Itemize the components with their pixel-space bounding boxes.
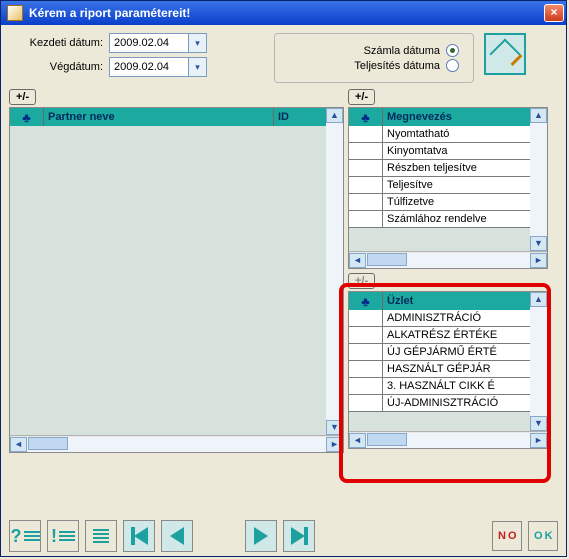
chevron-down-icon[interactable]: ▾ (189, 33, 207, 53)
plusminus-right1-button[interactable]: +/- (348, 89, 375, 105)
status-table-header: ♣ Megnevezés (349, 108, 547, 126)
list-button[interactable] (85, 520, 117, 552)
table-row[interactable]: ADMINISZTRÁCIÓ (349, 310, 547, 327)
radio-fulfillment-date[interactable] (446, 59, 459, 72)
club-icon: ♣ (361, 110, 370, 125)
partner-table-header: ♣ Partner neve ID (10, 108, 343, 126)
table-row[interactable]: Kinyomtatva (349, 143, 547, 160)
club-icon: ♣ (22, 110, 31, 125)
status-table-hscroll[interactable]: ◄► (349, 251, 547, 268)
help-button[interactable]: ? (9, 520, 41, 552)
window-icon (7, 5, 23, 21)
close-icon[interactable]: × (544, 4, 564, 22)
col-partner-name[interactable]: Partner neve (44, 108, 274, 126)
toolbar: ? ! N O O K (1, 516, 566, 556)
start-date-label: Kezdeti dátum: (9, 37, 109, 49)
window-title: Kérem a riport paramétereit! (29, 6, 190, 20)
start-date-input[interactable] (109, 33, 189, 53)
table-row[interactable]: ÚJ GÉPJÁRMŰ ÉRTÉ (349, 344, 547, 361)
radio-invoice-date-label: Számla dátuma (289, 45, 446, 57)
chevron-down-icon[interactable]: ▾ (189, 57, 207, 77)
plusminus-right2-button[interactable]: +/- (348, 273, 375, 289)
table-row[interactable]: Nyomtatható (349, 126, 547, 143)
uzlet-table-hscroll[interactable]: ◄► (349, 431, 547, 448)
table-row[interactable]: Részben teljesítve (349, 160, 547, 177)
radio-invoice-date[interactable] (446, 44, 459, 57)
table-row[interactable]: Teljesítve (349, 177, 547, 194)
table-row[interactable]: Túlfizetve (349, 194, 547, 211)
table-row[interactable]: 3. HASZNÁLT CIKK É (349, 378, 547, 395)
last-button[interactable] (283, 520, 315, 552)
next-button[interactable] (245, 520, 277, 552)
info-button[interactable]: ! (47, 520, 79, 552)
date-fields: Kezdeti dátum: ▾ Végdátum: ▾ (9, 33, 244, 83)
partner-table-hscroll[interactable]: ◄ ► (10, 435, 343, 452)
end-date-label: Végdátum: (9, 61, 109, 73)
first-button[interactable] (123, 520, 155, 552)
table-row[interactable]: HASZNÁLT GÉPJÁR (349, 361, 547, 378)
ok-button[interactable]: O K (528, 521, 558, 551)
prev-button[interactable] (161, 520, 193, 552)
status-table-body: NyomtathatóKinyomtatvaRészben teljesítve… (349, 126, 547, 251)
club-icon: ♣ (361, 294, 370, 309)
edit-button[interactable] (484, 33, 526, 75)
date-type-group: Számla dátuma Teljesítés dátuma (274, 33, 474, 83)
table-row[interactable]: ALKATRÉSZ ÉRTÉKE (349, 327, 547, 344)
table-row[interactable]: ÚJ-ADMINISZTRÁCIÓ (349, 395, 547, 412)
col-megnevezes[interactable]: Megnevezés (383, 108, 547, 126)
partner-table-body (10, 126, 343, 435)
uzlet-table-body: ADMINISZTRÁCIÓALKATRÉSZ ÉRTÉKEÚJ GÉPJÁRM… (349, 310, 547, 431)
radio-fulfillment-date-label: Teljesítés dátuma (289, 60, 446, 72)
table-row[interactable]: Számlához rendelve (349, 211, 547, 228)
end-date-input[interactable] (109, 57, 189, 77)
plusminus-left-button[interactable]: +/- (9, 89, 36, 105)
no-button[interactable]: N O (492, 521, 522, 551)
titlebar[interactable]: Kérem a riport paramétereit! × (1, 1, 566, 25)
col-uzlet[interactable]: Üzlet (383, 292, 547, 310)
uzlet-table-header: ♣ Üzlet (349, 292, 547, 310)
